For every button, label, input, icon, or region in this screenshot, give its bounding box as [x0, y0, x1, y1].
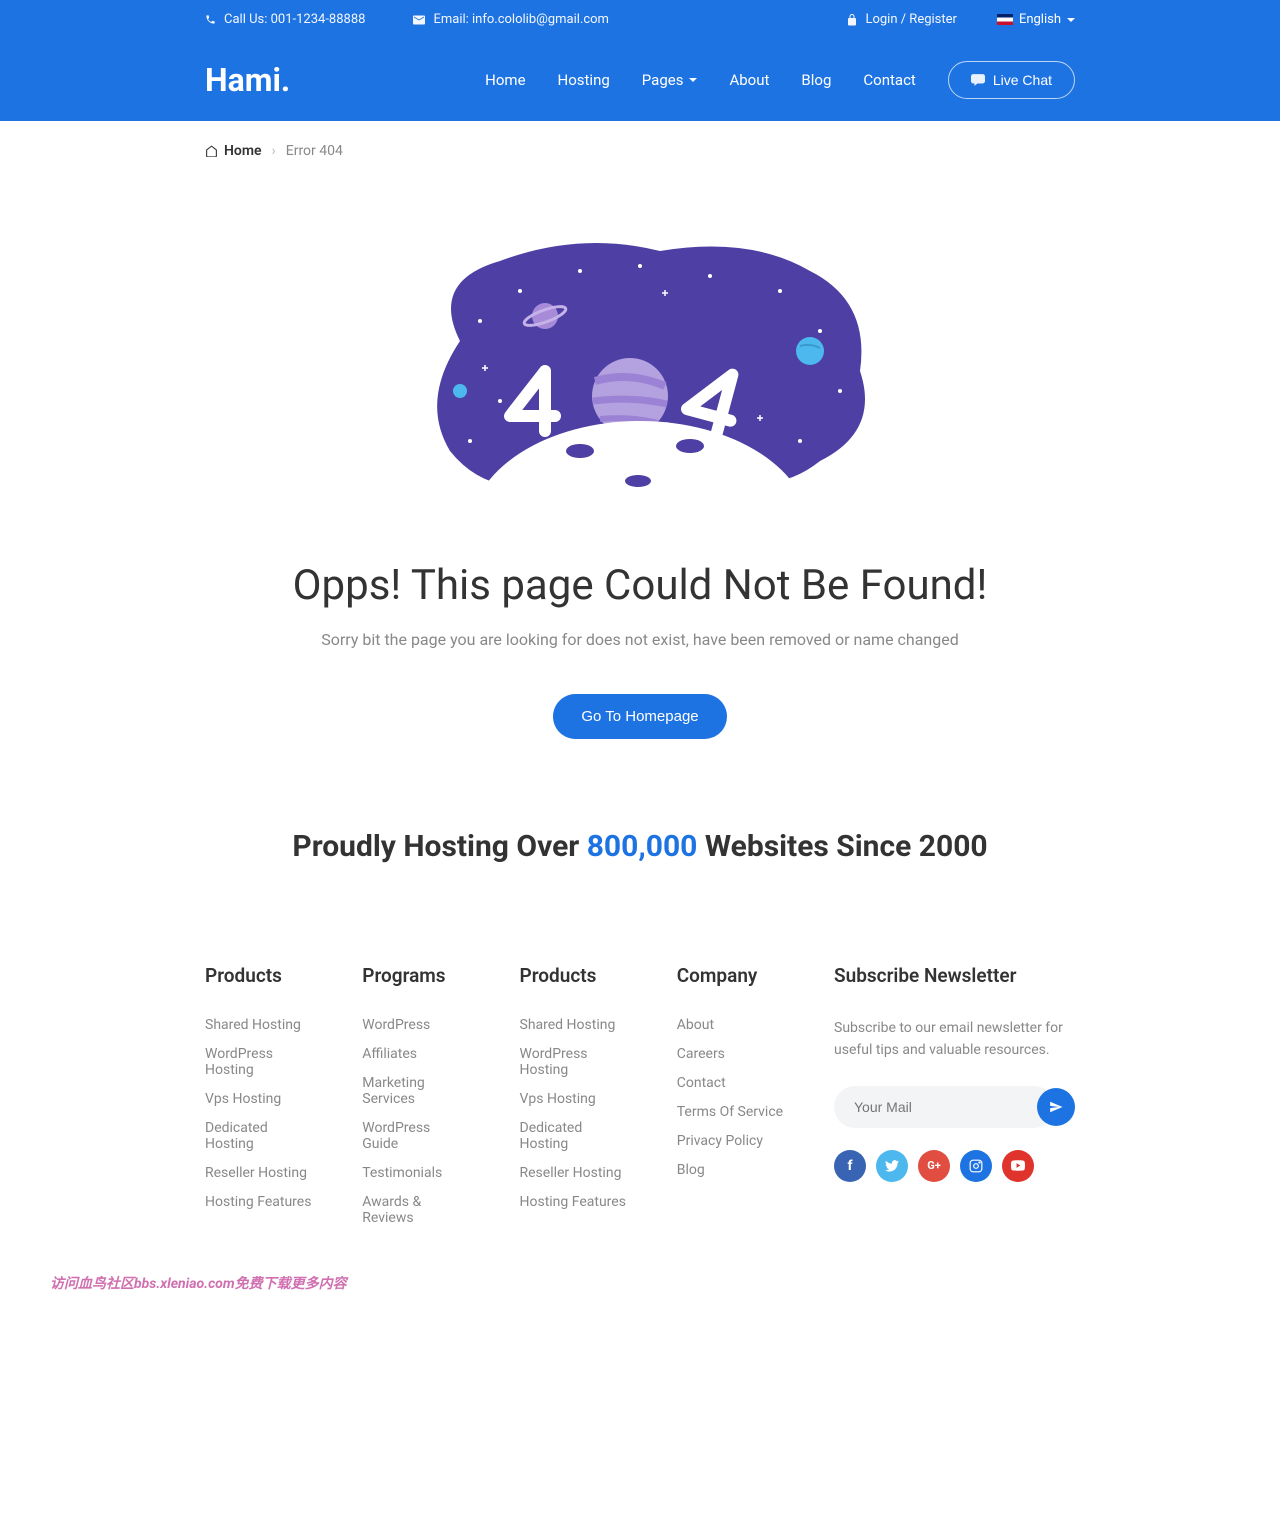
footer-link[interactable]: Privacy Policy [677, 1133, 784, 1149]
call-text: Call Us: 001-1234-88888 [224, 12, 365, 27]
envelope-icon [413, 15, 425, 25]
error-section: Opps! This page Could Not Be Found! Sorr… [205, 181, 1075, 799]
error-subtitle: Sorry bit the page you are looking for d… [205, 630, 1075, 649]
home-icon [205, 145, 218, 157]
footer-title: Company [677, 964, 784, 987]
footer-link[interactable]: WordPress Hosting [520, 1046, 627, 1078]
proudly-hosting: Proudly Hosting Over 800,000 Websites Si… [205, 799, 1075, 944]
footer-col-newsletter: Subscribe Newsletter Subscribe to our em… [834, 964, 1075, 1239]
live-chat-button[interactable]: Live Chat [948, 61, 1075, 99]
topbar-email: Email: info.cololib@gmail.com [413, 12, 609, 27]
footer-link[interactable]: Dedicated Hosting [520, 1120, 627, 1152]
watermark-text: 访问血鸟社区bbs.xleniao.com免费下载更多内容 [0, 1269, 1280, 1303]
topbar-left: Call Us: 001-1234-88888 Email: info.colo… [205, 12, 609, 27]
flag-icon [997, 14, 1013, 25]
chevron-down-icon [689, 78, 697, 82]
newsletter-form [834, 1086, 1075, 1128]
footer-col-company: Company About Careers Contact Terms Of S… [677, 964, 784, 1239]
chat-icon [971, 74, 985, 86]
nav-links: Home Hosting Pages About Blog Contact Li… [485, 61, 1075, 99]
nav-home[interactable]: Home [485, 71, 525, 89]
footer-title: Products [520, 964, 627, 987]
footer-link[interactable]: Shared Hosting [205, 1017, 312, 1033]
newsletter-submit-button[interactable] [1037, 1088, 1075, 1126]
footer-link[interactable]: Testimonials [362, 1165, 469, 1181]
nav-about[interactable]: About [729, 71, 769, 89]
email-text: Email: info.cololib@gmail.com [433, 12, 609, 27]
footer-link[interactable]: Shared Hosting [520, 1017, 627, 1033]
footer-link[interactable]: Reseller Hosting [520, 1165, 627, 1181]
breadcrumb-home[interactable]: Home [205, 143, 262, 159]
newsletter-input[interactable] [834, 1086, 1055, 1128]
footer-link[interactable]: WordPress [362, 1017, 469, 1033]
footer-title: Products [205, 964, 312, 987]
footer-link[interactable]: Careers [677, 1046, 784, 1062]
footer-list: Shared Hosting WordPress Hosting Vps Hos… [205, 1017, 312, 1210]
error-404-illustration [380, 221, 900, 521]
language-selector[interactable]: English [997, 12, 1075, 27]
facebook-icon[interactable]: f [834, 1150, 866, 1182]
footer-list: WordPress Affiliates Marketing Services … [362, 1017, 469, 1226]
paper-plane-icon [1049, 1100, 1063, 1114]
footer-link[interactable]: Blog [677, 1162, 784, 1178]
footer-col-products: Products Shared Hosting WordPress Hostin… [205, 964, 312, 1239]
topbar-right: Login / Register English [847, 12, 1075, 27]
footer-link[interactable]: Awards & Reviews [362, 1194, 469, 1226]
footer-link[interactable]: About [677, 1017, 784, 1033]
footer-link[interactable]: WordPress Guide [362, 1120, 469, 1152]
footer-link[interactable]: Hosting Features [205, 1194, 312, 1210]
footer: Products Shared Hosting WordPress Hostin… [205, 944, 1075, 1269]
nav-pages[interactable]: Pages [642, 71, 698, 89]
error-title: Opps! This page Could Not Be Found! [205, 561, 1075, 610]
footer-link[interactable]: Dedicated Hosting [205, 1120, 312, 1152]
footer-link[interactable]: Vps Hosting [520, 1091, 627, 1107]
newsletter-desc: Subscribe to our email newsletter for us… [834, 1017, 1075, 1062]
youtube-icon[interactable] [1002, 1150, 1034, 1182]
footer-link[interactable]: WordPress Hosting [205, 1046, 312, 1078]
footer-link[interactable]: Terms Of Service [677, 1104, 784, 1120]
google-plus-icon[interactable]: G+ [918, 1150, 950, 1182]
twitter-icon[interactable] [876, 1150, 908, 1182]
footer-link[interactable]: Contact [677, 1075, 784, 1091]
topbar: Call Us: 001-1234-88888 Email: info.colo… [0, 0, 1280, 39]
social-links: f G+ [834, 1150, 1075, 1182]
lang-text: English [1019, 12, 1061, 27]
logo[interactable]: Hami. [205, 61, 290, 99]
footer-link[interactable]: Vps Hosting [205, 1091, 312, 1107]
breadcrumb-separator: › [272, 143, 276, 159]
go-home-button[interactable]: Go To Homepage [553, 694, 726, 739]
footer-title: Subscribe Newsletter [834, 964, 1075, 987]
nav-blog[interactable]: Blog [801, 71, 831, 89]
login-link[interactable]: Login / Register [847, 12, 957, 27]
chevron-down-icon [1067, 18, 1075, 22]
instagram-icon[interactable] [960, 1150, 992, 1182]
footer-list: Shared Hosting WordPress Hosting Vps Hos… [520, 1017, 627, 1210]
hosting-count: 800,000 [587, 829, 698, 864]
breadcrumb: Home › Error 404 [205, 121, 1075, 181]
lock-icon [847, 14, 857, 26]
footer-link[interactable]: Hosting Features [520, 1194, 627, 1210]
footer-link[interactable]: Marketing Services [362, 1075, 469, 1107]
login-text: Login / Register [865, 12, 957, 27]
navbar: Hami. Home Hosting Pages About Blog Cont… [0, 39, 1280, 121]
nav-hosting[interactable]: Hosting [558, 71, 610, 89]
nav-contact[interactable]: Contact [863, 71, 915, 89]
topbar-call: Call Us: 001-1234-88888 [205, 12, 365, 27]
footer-list: About Careers Contact Terms Of Service P… [677, 1017, 784, 1178]
footer-title: Programs [362, 964, 469, 987]
breadcrumb-current: Error 404 [286, 143, 343, 159]
footer-col-programs: Programs WordPress Affiliates Marketing … [362, 964, 469, 1239]
footer-col-products-2: Products Shared Hosting WordPress Hostin… [520, 964, 627, 1239]
footer-link[interactable]: Affiliates [362, 1046, 469, 1062]
phone-icon [205, 14, 216, 25]
footer-link[interactable]: Reseller Hosting [205, 1165, 312, 1181]
live-chat-text: Live Chat [993, 72, 1052, 88]
